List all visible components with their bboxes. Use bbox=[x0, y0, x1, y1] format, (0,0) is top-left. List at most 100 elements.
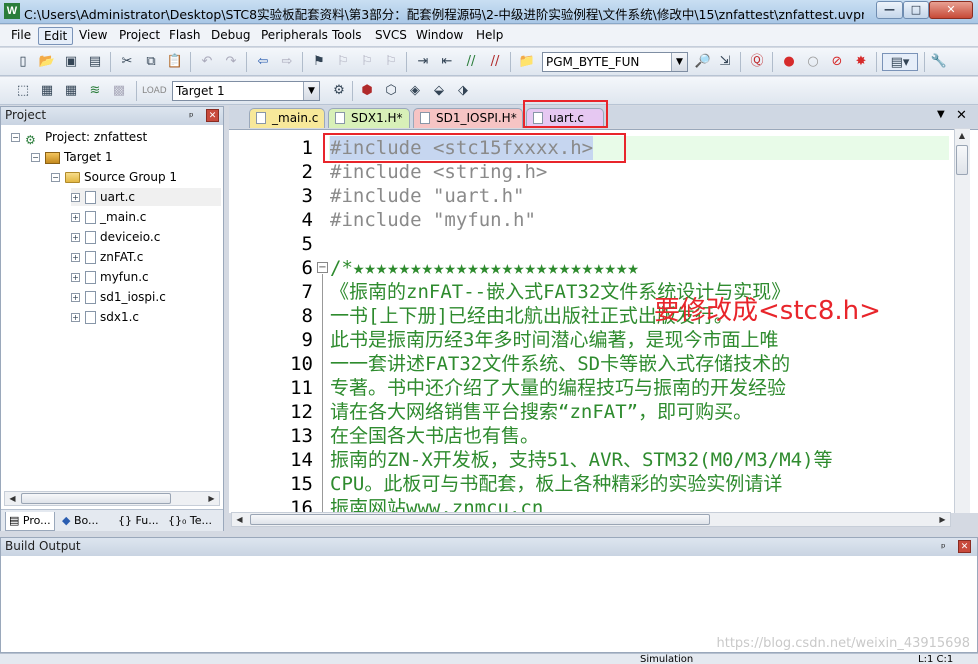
tree-file-uart[interactable]: + uart.c bbox=[71, 188, 221, 206]
manage-project-items-icon[interactable]: ⬢ bbox=[358, 82, 376, 100]
tree-file-main[interactable]: + _main.c bbox=[71, 208, 146, 226]
save-icon[interactable]: ▣ bbox=[62, 53, 80, 71]
tab-templates[interactable]: {}₀ Te... bbox=[165, 512, 221, 531]
tree-file-myfun[interactable]: + myfun.c bbox=[71, 268, 149, 286]
tree-project-node[interactable]: − ⚙ Project: znfattest bbox=[11, 128, 147, 147]
minimize-button[interactable]: — bbox=[876, 1, 903, 19]
scroll-left-icon[interactable]: ◀ bbox=[232, 513, 247, 526]
redo-icon[interactable]: ↷ bbox=[222, 53, 240, 71]
tab-list-chevron-icon[interactable]: ▼ bbox=[937, 109, 945, 120]
expand-icon[interactable]: + bbox=[71, 233, 80, 242]
incremental-find-icon[interactable]: 🔎 bbox=[694, 53, 712, 71]
collapse-icon[interactable]: − bbox=[51, 173, 60, 182]
expand-icon[interactable]: + bbox=[71, 193, 80, 202]
save-all-icon[interactable]: ▤ bbox=[86, 53, 104, 71]
menu-peripherals[interactable]: Peripherals bbox=[256, 27, 333, 45]
tab-main-c[interactable]: _main.c bbox=[249, 108, 325, 128]
menu-flash[interactable]: Flash bbox=[164, 27, 205, 45]
editor-vertical-scrollbar[interactable]: ▲ bbox=[954, 129, 970, 513]
close-panel-icon[interactable]: ✕ bbox=[958, 540, 971, 553]
stop-build-icon[interactable]: ▩ bbox=[110, 82, 128, 100]
next-bookmark-icon[interactable]: ⚐ bbox=[358, 53, 376, 71]
tree-file-sdx1[interactable]: + sdx1.c bbox=[71, 308, 139, 326]
translate-icon[interactable]: ⬚ bbox=[14, 82, 32, 100]
tab-sdx1-h[interactable]: SDX1.H* bbox=[328, 108, 410, 128]
collapse-icon[interactable]: − bbox=[11, 133, 20, 142]
batch-build-icon[interactable]: ≋ bbox=[86, 82, 104, 100]
navigate-forward-icon[interactable]: ⇨ bbox=[278, 53, 296, 71]
copy-icon[interactable]: ⧉ bbox=[142, 53, 160, 71]
tree-target-node[interactable]: − Target 1 bbox=[31, 148, 113, 166]
open-folder-icon[interactable]: 📂 bbox=[38, 53, 56, 71]
new-file-icon[interactable]: ▯ bbox=[14, 53, 32, 71]
configure-icon[interactable]: 🔧 bbox=[930, 53, 948, 71]
tab-books[interactable]: ◆ Bo... bbox=[59, 512, 111, 531]
scroll-right-icon[interactable]: ▶ bbox=[935, 513, 950, 526]
tab-sd1-iospi-h[interactable]: SD1_IOSPI.H* bbox=[413, 108, 523, 128]
pin-icon[interactable]: ᵖ bbox=[189, 108, 194, 125]
close-panel-icon[interactable]: ✕ bbox=[206, 109, 219, 122]
expand-icon[interactable]: + bbox=[71, 253, 80, 262]
tab-functions[interactable]: {} Fu... bbox=[115, 512, 163, 531]
collapse-icon[interactable]: − bbox=[31, 153, 40, 162]
code-editor[interactable]: 1 2 3 4 5 6 7 8 9 10 11 12 13 14 15 16 −… bbox=[229, 129, 978, 513]
project-horizontal-scrollbar[interactable]: ◀ ▶ bbox=[4, 491, 220, 506]
prev-bookmark-icon[interactable]: ⚐ bbox=[334, 53, 352, 71]
kill-breakpoints-icon[interactable]: ✸ bbox=[852, 53, 870, 71]
expand-icon[interactable]: + bbox=[71, 213, 80, 222]
tree-file-deviceio[interactable]: + deviceio.c bbox=[71, 228, 160, 246]
enable-breakpoint-icon[interactable]: ○ bbox=[804, 53, 822, 71]
comment-icon[interactable]: // bbox=[462, 53, 480, 71]
uncomment-icon[interactable]: // bbox=[486, 53, 504, 71]
select-packs-icon[interactable]: ⬡ bbox=[382, 82, 400, 100]
pack-installer-icon[interactable]: ⬙ bbox=[430, 82, 448, 100]
find-icon[interactable]: ⇲ bbox=[716, 53, 734, 71]
scroll-up-icon[interactable]: ▲ bbox=[955, 129, 969, 142]
start-debug-icon[interactable]: Ⓠ bbox=[748, 53, 766, 71]
expand-icon[interactable]: + bbox=[71, 293, 80, 302]
rebuild-icon[interactable]: ▦ bbox=[62, 82, 80, 100]
pin-icon[interactable]: ᵖ bbox=[941, 539, 946, 556]
navigate-back-icon[interactable]: ⇦ bbox=[254, 53, 272, 71]
tree-file-znfat[interactable]: + znFAT.c bbox=[71, 248, 143, 266]
scroll-right-icon[interactable]: ▶ bbox=[204, 492, 219, 505]
cut-icon[interactable]: ✂ bbox=[118, 53, 136, 71]
fold-collapse-icon[interactable]: − bbox=[317, 262, 328, 273]
disable-breakpoints-icon[interactable]: ⊘ bbox=[828, 53, 846, 71]
undo-icon[interactable]: ↶ bbox=[198, 53, 216, 71]
expand-icon[interactable]: + bbox=[71, 273, 80, 282]
scroll-left-icon[interactable]: ◀ bbox=[5, 492, 20, 505]
menu-help[interactable]: Help bbox=[471, 27, 508, 45]
maximize-button[interactable]: □ bbox=[903, 1, 929, 19]
download-icon[interactable]: LOAD bbox=[142, 82, 167, 100]
indent-icon[interactable]: ⇥ bbox=[414, 53, 432, 71]
find-in-files-icon[interactable]: 📁 bbox=[518, 53, 536, 71]
tree-group-node[interactable]: − Source Group 1 bbox=[51, 168, 177, 186]
multi-project-icon[interactable]: ⬗ bbox=[454, 82, 472, 100]
function-dropdown[interactable]: PGM_BYTE_FUN ▼ bbox=[542, 52, 688, 72]
target-dropdown[interactable]: Target 1 ▼ bbox=[172, 81, 320, 101]
menu-file[interactable]: File bbox=[6, 27, 36, 45]
clear-bookmarks-icon[interactable]: ⚐ bbox=[382, 53, 400, 71]
target-options-icon[interactable]: ⚙ bbox=[330, 82, 348, 100]
window-layout-icon[interactable]: ▤▾ bbox=[882, 53, 918, 71]
manage-runtime-icon[interactable]: ◈ bbox=[406, 82, 424, 100]
menu-edit[interactable]: Edit bbox=[38, 27, 74, 45]
close-button[interactable]: ✕ bbox=[929, 1, 973, 19]
menu-svcs[interactable]: SVCS bbox=[370, 27, 412, 45]
menu-project[interactable]: Project bbox=[114, 27, 165, 45]
menu-view[interactable]: View bbox=[74, 27, 112, 45]
scrollbar-thumb[interactable] bbox=[956, 145, 968, 175]
tab-project[interactable]: ▤ Pro... bbox=[5, 512, 55, 531]
unindent-icon[interactable]: ⇤ bbox=[438, 53, 456, 71]
editor-horizontal-scrollbar[interactable]: ◀ ▶ bbox=[231, 512, 951, 527]
scrollbar-thumb[interactable] bbox=[250, 514, 710, 525]
menu-tools[interactable]: Tools bbox=[327, 27, 367, 45]
paste-icon[interactable]: 📋 bbox=[166, 53, 184, 71]
expand-icon[interactable]: + bbox=[71, 313, 80, 322]
menu-debug[interactable]: Debug bbox=[206, 27, 255, 45]
scrollbar-thumb[interactable] bbox=[21, 493, 171, 504]
build-icon[interactable]: ▦ bbox=[38, 82, 56, 100]
insert-breakpoint-icon[interactable]: ● bbox=[780, 53, 798, 71]
tree-file-sd1-iospi[interactable]: + sd1_iospi.c bbox=[71, 288, 166, 306]
